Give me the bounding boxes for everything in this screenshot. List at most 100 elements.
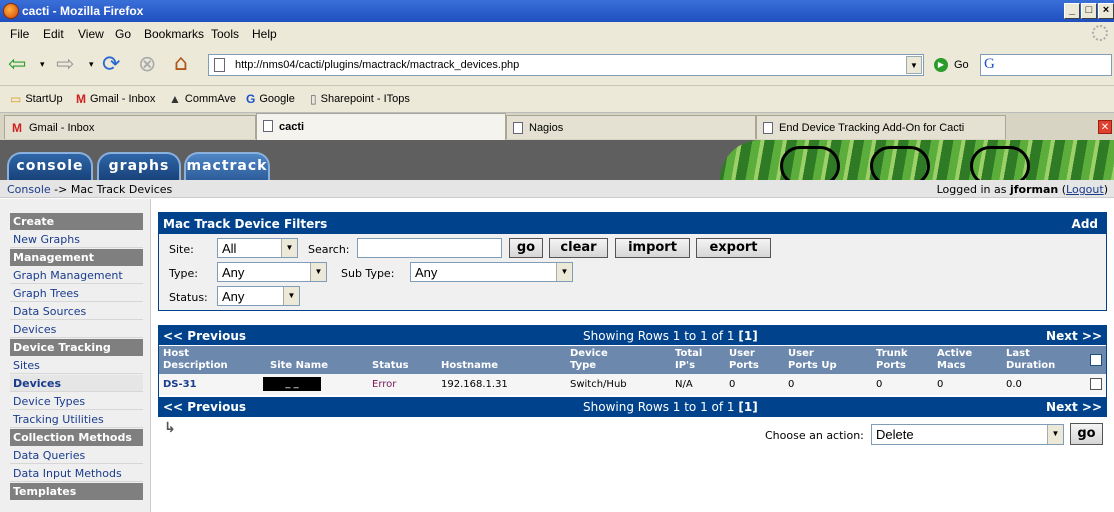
menu-tools[interactable]: Tools xyxy=(211,27,239,41)
previous-link[interactable]: << Previous xyxy=(163,329,246,343)
col-active-macs[interactable]: Active Macs xyxy=(937,348,972,372)
tab-nagios[interactable]: Nagios xyxy=(506,115,756,139)
tab-graphs[interactable]: graphs xyxy=(97,152,181,180)
address-bar[interactable]: http://nms04/cacti/plugins/mactrack/mact… xyxy=(208,54,924,76)
row-checkbox[interactable] xyxy=(1090,378,1102,390)
tab-gmail[interactable]: Gmail - Inbox M xyxy=(4,115,256,139)
type-select[interactable]: Any ▼ xyxy=(217,262,327,282)
bookmark-label: Gmail - Inbox xyxy=(90,92,156,105)
col-device-type[interactable]: Device Type xyxy=(570,348,608,372)
site-select[interactable]: All ▼ xyxy=(217,238,298,258)
sidebar-item-tracking-utilities[interactable]: Tracking Utilities xyxy=(10,411,143,428)
add-device-link[interactable]: Add xyxy=(1072,217,1098,231)
close-tab-icon[interactable]: ✕ xyxy=(1098,120,1112,134)
col-line: Device xyxy=(570,348,608,359)
go-filter-button[interactable]: go xyxy=(509,238,543,258)
sidebar-item-devices[interactable]: Devices xyxy=(10,321,143,338)
sidebar-item-graph-trees[interactable]: Graph Trees xyxy=(10,285,143,302)
col-hostname[interactable]: Hostname xyxy=(441,360,498,372)
breadcrumb-console-link[interactable]: Console xyxy=(7,183,51,196)
action-go-button[interactable]: go xyxy=(1070,423,1103,445)
status-select[interactable]: Any ▼ xyxy=(217,286,300,306)
bookmark-google[interactable]: G Google xyxy=(246,92,295,106)
back-dropdown-icon[interactable]: ▾ xyxy=(40,52,45,78)
page-number[interactable]: [1] xyxy=(738,400,757,414)
chevron-down-icon: ▼ xyxy=(283,287,299,305)
selection-arrow-icon: ↳ xyxy=(164,420,176,436)
col-last-duration[interactable]: Last Duration xyxy=(1006,348,1055,372)
sidebar-item-data-queries[interactable]: Data Queries xyxy=(10,447,143,464)
logout-link[interactable]: Logout xyxy=(1066,183,1104,196)
minimize-button[interactable]: _ xyxy=(1064,3,1080,19)
subtype-select[interactable]: Any ▼ xyxy=(410,262,573,282)
sidebar-item-data-input-methods[interactable]: Data Input Methods xyxy=(10,465,143,482)
col-status[interactable]: Status xyxy=(372,360,409,372)
sidebar-header-templates: Templates xyxy=(10,483,143,500)
tab-label: cacti xyxy=(279,121,305,133)
menu-go[interactable]: Go xyxy=(115,27,131,41)
menu-file[interactable]: File xyxy=(10,27,29,41)
pagination-bottom: << Previous Showing Rows 1 to 1 of 1 [1]… xyxy=(159,397,1106,416)
previous-link[interactable]: << Previous xyxy=(163,400,246,414)
row-count: Showing Rows 1 to 1 of 1 [1] xyxy=(583,400,758,414)
bookmarks-toolbar: ▭ StartUp M Gmail - Inbox ▲ CommAve G Google… xyxy=(0,86,1114,112)
col-host-description[interactable]: Host Description xyxy=(163,348,228,372)
col-trunk-ports[interactable]: Trunk Ports xyxy=(876,348,908,372)
bookmark-gmail[interactable]: M Gmail - Inbox xyxy=(76,92,155,106)
search-box[interactable]: G xyxy=(980,54,1112,76)
site-name-redacted: _ _ xyxy=(263,377,321,391)
home-icon[interactable]: ⌂ xyxy=(174,51,188,77)
menu-edit[interactable]: Edit xyxy=(43,27,64,41)
maximize-button[interactable]: □ xyxy=(1081,3,1097,19)
col-user-ports[interactable]: User Ports xyxy=(729,348,759,372)
bookmark-commave[interactable]: ▲ CommAve xyxy=(169,92,236,106)
stop-icon[interactable]: ⊗ xyxy=(138,52,156,78)
url-dropdown-icon[interactable]: ▼ xyxy=(906,56,922,74)
go-button[interactable]: ▶ Go xyxy=(934,58,969,72)
col-line: Type xyxy=(570,360,597,371)
clear-button[interactable]: clear xyxy=(549,238,608,258)
action-select[interactable]: Delete ▼ xyxy=(871,424,1064,445)
sidebar-item-device-types[interactable]: Device Types xyxy=(10,393,143,410)
table-header: Host Description Site Name Status Hostnam… xyxy=(159,346,1106,374)
col-total-ips[interactable]: Total IP's xyxy=(675,348,702,372)
firefox-logo-icon xyxy=(3,3,19,19)
filter-title: Mac Track Device Filters xyxy=(163,217,328,231)
sidebar-item-data-sources[interactable]: Data Sources xyxy=(10,303,143,320)
col-line: Total xyxy=(675,348,703,359)
sidebar-item-new-graphs[interactable]: New Graphs xyxy=(10,231,143,248)
sidebar-item-tracking-devices[interactable]: Devices xyxy=(10,375,143,392)
bookmark-startup[interactable]: ▭ StartUp xyxy=(10,92,63,106)
back-icon[interactable]: ⇦ xyxy=(8,52,26,78)
select-all-checkbox[interactable] xyxy=(1090,354,1102,366)
url-text[interactable]: http://nms04/cacti/plugins/mactrack/mact… xyxy=(235,59,519,71)
reload-icon[interactable]: ⟳ xyxy=(102,52,120,78)
tab-cacti[interactable]: cacti xyxy=(256,113,506,141)
menu-help[interactable]: Help xyxy=(252,27,277,41)
devices-table: << Previous Showing Rows 1 to 1 of 1 [1]… xyxy=(158,325,1107,417)
import-button[interactable]: import xyxy=(615,238,690,258)
banner-decor xyxy=(870,146,930,180)
status-value: Any xyxy=(222,289,245,304)
menu-bookmarks[interactable]: Bookmarks xyxy=(144,27,204,41)
sidebar-item-sites[interactable]: Sites xyxy=(10,357,143,374)
sidebar-item-graph-management[interactable]: Graph Management xyxy=(10,267,143,284)
export-button[interactable]: export xyxy=(696,238,771,258)
page-number[interactable]: [1] xyxy=(738,329,757,343)
close-window-button[interactable]: × xyxy=(1098,3,1114,19)
host-description-link[interactable]: DS-31 xyxy=(163,379,197,390)
trunk-ports-value: 0 xyxy=(876,379,883,390)
menu-view[interactable]: View xyxy=(78,27,104,41)
col-site-name[interactable]: Site Name xyxy=(270,360,328,372)
forward-dropdown-icon[interactable]: ▾ xyxy=(89,52,94,78)
bookmark-sharepoint[interactable]: ▯ Sharepoint - ITops xyxy=(310,92,410,106)
tab-mactrack[interactable]: mactrack xyxy=(184,152,270,180)
bookmark-label: StartUp xyxy=(25,92,63,105)
tab-device-tracking[interactable]: End Device Tracking Add-On for Cacti xyxy=(756,115,1006,139)
search-input[interactable] xyxy=(357,238,502,258)
col-user-ports-up[interactable]: User Ports Up xyxy=(788,348,837,372)
tab-console[interactable]: console xyxy=(7,152,93,180)
next-link[interactable]: Next >> xyxy=(1046,400,1102,414)
forward-icon[interactable]: ⇨ xyxy=(56,52,74,78)
next-link[interactable]: Next >> xyxy=(1046,329,1102,343)
